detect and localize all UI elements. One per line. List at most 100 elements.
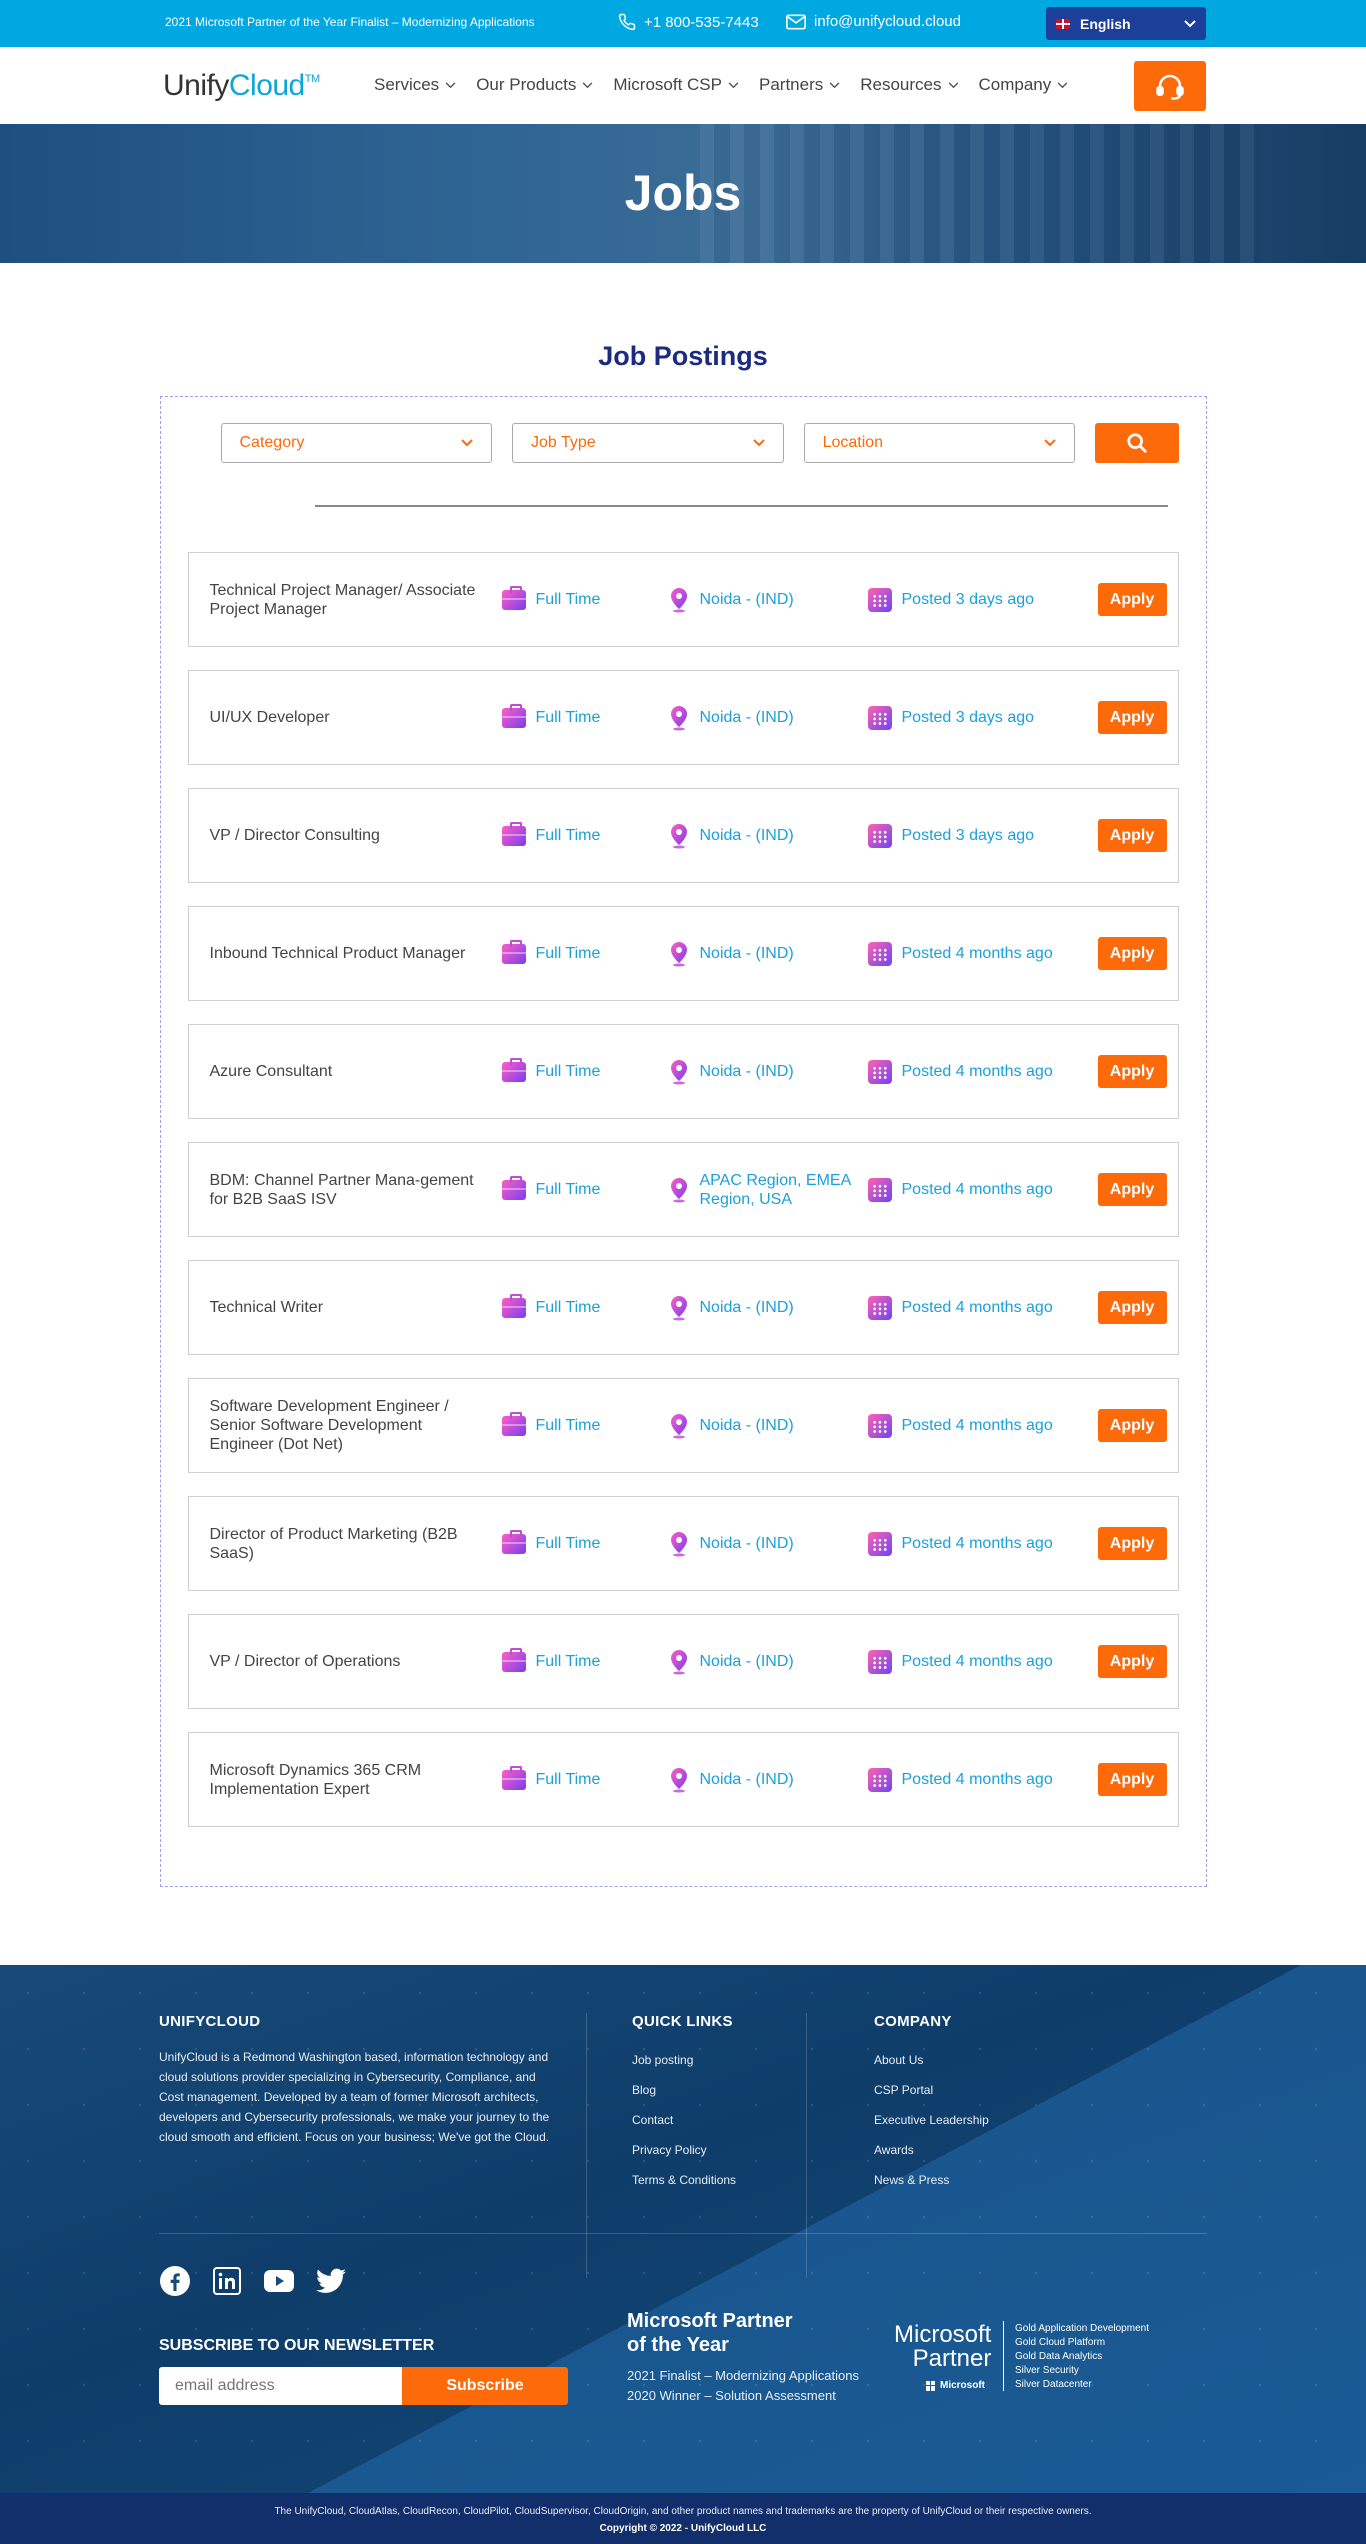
calendar-icon xyxy=(867,1767,892,1792)
footer-link-blog[interactable]: Blog xyxy=(632,2083,656,2097)
job-posted-label: Posted 3 days ago xyxy=(901,709,1035,726)
job-posted: Posted 4 months ago xyxy=(867,1059,1053,1084)
job-title[interactable]: UI/UX Developer xyxy=(210,708,490,727)
job-title[interactable]: Inbound Technical Product Manager xyxy=(210,944,490,963)
subscribe-button[interactable]: Subscribe xyxy=(402,2367,568,2405)
social-links xyxy=(159,2265,347,2297)
promo-text: 2021 Microsoft Partner of the Year Final… xyxy=(165,15,535,29)
job-card: Director of Product Marketing (B2B SaaS)… xyxy=(187,1496,1179,1591)
youtube-icon[interactable] xyxy=(263,2265,295,2297)
support-button[interactable] xyxy=(1134,61,1206,111)
nav-item-company[interactable]: Company xyxy=(979,75,1069,95)
job-type-select[interactable]: Job Type xyxy=(512,423,784,463)
footer-rule xyxy=(159,2233,1207,2234)
email-address: info@unifycloud.cloud xyxy=(814,13,961,30)
job-title[interactable]: Technical Project Manager/ Associate Pro… xyxy=(210,581,490,619)
facebook-icon[interactable] xyxy=(159,2265,191,2297)
apply-button[interactable]: Apply xyxy=(1097,1645,1167,1678)
copyright-bar: The UnifyCloud, CloudAtlas, CloudRecon, … xyxy=(0,2493,1366,2544)
job-title[interactable]: Software Development Engineer / Senior S… xyxy=(210,1397,490,1454)
apply-button[interactable]: Apply xyxy=(1097,937,1167,970)
job-location-label: Noida - (IND) xyxy=(699,1535,794,1552)
job-type-label: Full Time xyxy=(535,1771,601,1788)
category-select[interactable]: Category xyxy=(220,423,493,463)
job-title[interactable]: Azure Consultant xyxy=(210,1062,490,1081)
job-title[interactable]: VP / Director Consulting xyxy=(210,826,490,845)
nav-item-our-products[interactable]: Our Products xyxy=(476,75,593,95)
job-type-label: Full Time xyxy=(535,709,601,726)
job-title[interactable]: VP / Director of Operations xyxy=(210,1652,490,1671)
apply-button[interactable]: Apply xyxy=(1097,819,1167,852)
footer-link-executive-leadership[interactable]: Executive Leadership xyxy=(874,2113,989,2127)
job-posted-label: Posted 3 days ago xyxy=(901,827,1035,844)
twitter-icon[interactable] xyxy=(315,2265,347,2297)
competency-item: Silver Security xyxy=(1015,2365,1079,2376)
job-title[interactable]: Technical Writer xyxy=(210,1298,490,1317)
job-location: Noida - (IND) xyxy=(668,705,860,731)
calendar-icon xyxy=(867,1649,892,1674)
job-type-label: Job Type xyxy=(531,434,596,451)
unifycloud-logo[interactable]: UnifyCloudTM xyxy=(163,69,320,103)
footer-link-news-press[interactable]: News & Press xyxy=(874,2173,949,2187)
job-type: Full Time xyxy=(501,1529,601,1554)
nav-item-partners[interactable]: Partners xyxy=(759,75,840,95)
apply-button[interactable]: Apply xyxy=(1097,1527,1167,1560)
nav-item-services[interactable]: Services xyxy=(374,75,456,95)
footer-divider xyxy=(806,2013,807,2278)
footer-link-contact[interactable]: Contact xyxy=(632,2113,673,2127)
job-list: Technical Project Manager/ Associate Pro… xyxy=(187,552,1179,1827)
footer-link-privacy-policy[interactable]: Privacy Policy xyxy=(632,2143,707,2157)
nav-item-microsoft-csp[interactable]: Microsoft CSP xyxy=(613,75,739,95)
briefcase-icon xyxy=(501,1411,526,1436)
apply-button[interactable]: Apply xyxy=(1097,701,1167,734)
apply-button[interactable]: Apply xyxy=(1097,1173,1167,1206)
job-location-label: Noida - (IND) xyxy=(699,945,794,962)
site-footer: UNIFYCLOUD UnifyCloud is a Redmond Washi… xyxy=(0,1965,1366,2544)
nav-item-resources[interactable]: Resources xyxy=(860,75,958,95)
nav-label: Company xyxy=(978,75,1052,94)
footer-link-awards[interactable]: Awards xyxy=(874,2143,914,2157)
calendar-icon xyxy=(867,823,892,848)
partner-award-line: 2021 Finalist – Modernizing Applications xyxy=(627,2368,859,2383)
job-type-label: Full Time xyxy=(535,827,601,844)
company-title: COMPANY xyxy=(874,2013,952,2030)
job-card: BDM: Channel Partner Mana-gement for B2B… xyxy=(187,1142,1179,1237)
footer-link-terms[interactable]: Terms & Conditions xyxy=(632,2173,736,2187)
job-location: Noida - (IND) xyxy=(668,1531,860,1557)
job-type: Full Time xyxy=(501,821,601,846)
apply-button[interactable]: Apply xyxy=(1097,1291,1167,1324)
footer-link-about-us[interactable]: About Us xyxy=(874,2053,923,2067)
location-select[interactable]: Location xyxy=(803,423,1076,463)
job-location: Noida - (IND) xyxy=(668,1059,860,1085)
apply-button[interactable]: Apply xyxy=(1097,1763,1167,1796)
apply-button[interactable]: Apply xyxy=(1097,583,1167,616)
calendar-icon xyxy=(867,941,892,966)
job-title[interactable]: Microsoft Dynamics 365 CRM Implementatio… xyxy=(210,1761,490,1799)
apply-button[interactable]: Apply xyxy=(1097,1055,1167,1088)
job-type-label: Full Time xyxy=(535,1535,601,1552)
footer-about-text: UnifyCloud is a Redmond Washington based… xyxy=(159,2050,550,2144)
job-type-label: Full Time xyxy=(535,591,601,608)
job-posted: Posted 4 months ago xyxy=(867,1177,1053,1202)
linkedin-icon[interactable] xyxy=(211,2265,243,2297)
email-link[interactable]: info@unifycloud.cloud xyxy=(786,13,961,30)
language-selector[interactable]: English xyxy=(1046,7,1206,40)
copyright-text: Copyright © 2022 - UnifyCloud LLC xyxy=(599,2523,767,2534)
job-type-label: Full Time xyxy=(535,1063,601,1080)
section-title: Job Postings xyxy=(598,341,768,371)
phone-number: +1 800-535-7443 xyxy=(644,13,759,31)
job-title[interactable]: Director of Product Marketing (B2B SaaS) xyxy=(210,1525,490,1563)
filter-bar: Category Job Type Location xyxy=(220,423,1179,463)
footer-link-csp-portal[interactable]: CSP Portal xyxy=(874,2083,933,2097)
job-type: Full Time xyxy=(501,1175,600,1200)
phone-link[interactable]: +1 800-535-7443 xyxy=(618,13,759,31)
job-card: Software Development Engineer / Senior S… xyxy=(187,1378,1179,1473)
job-title[interactable]: BDM: Channel Partner Mana-gement for B2B… xyxy=(210,1171,490,1209)
job-type: Full Time xyxy=(501,1057,601,1082)
nav-label: Services xyxy=(374,75,440,94)
apply-button[interactable]: Apply xyxy=(1097,1409,1167,1442)
footer-link-job-posting[interactable]: Job posting xyxy=(632,2053,693,2067)
search-button[interactable] xyxy=(1095,423,1179,463)
newsletter-email-input[interactable] xyxy=(159,2367,402,2405)
briefcase-icon xyxy=(501,1647,526,1672)
